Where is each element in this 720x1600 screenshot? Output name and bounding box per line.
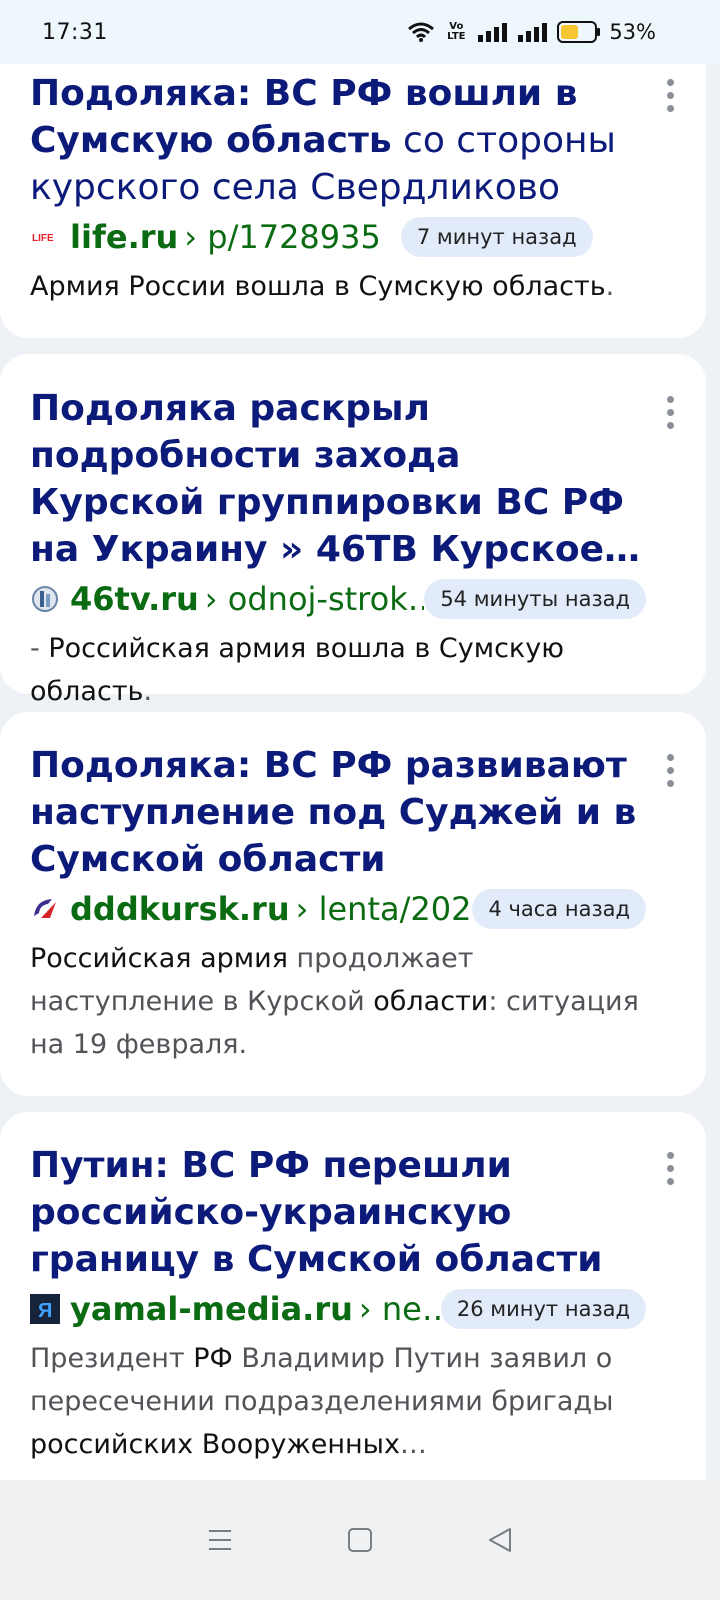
back-icon[interactable] <box>485 1525 515 1555</box>
text-fragment: - <box>30 633 49 664</box>
status-time: 17:31 <box>42 19 108 45</box>
more-options-icon[interactable] <box>658 392 682 432</box>
dddkursk-logo-icon <box>30 894 60 924</box>
menu-icon[interactable] <box>205 1525 235 1555</box>
result-source[interactable]: dddkursk.ru › lenta/202… 4 часа назад <box>30 887 646 931</box>
yamal-media-logo-icon: Я <box>30 1294 60 1324</box>
highlighted-text: российских Вооруженных <box>30 1429 400 1460</box>
result-path[interactable]: › p/1728935 <box>184 218 381 256</box>
text-fragment: … <box>399 1429 427 1460</box>
text-fragment: . <box>143 676 153 707</box>
result-path[interactable]: › odnoj-strok… <box>205 580 425 618</box>
result-source[interactable]: 46tv.ru › odnoj-strok… 54 минуты назад <box>30 577 646 621</box>
result-domain[interactable]: life.ru <box>70 218 178 256</box>
highlighted-text: Российская армия <box>30 943 288 974</box>
time-badge: 26 минут назад <box>440 1289 646 1329</box>
favicon-text: LIFE <box>32 233 54 244</box>
result-title-link[interactable]: Подоляка: ВС РФ развивают наступление по… <box>30 742 646 883</box>
result-domain[interactable]: dddkursk.ru <box>70 890 290 928</box>
result-domain[interactable]: yamal-media.ru <box>70 1290 353 1328</box>
text-fragment: Президент <box>30 1343 194 1374</box>
search-results-feed[interactable]: Подоляка: ВС РФ вошли в Сумскую область … <box>0 0 720 1510</box>
highlighted-text: Подоляка: ВС РФ развивают наступление по… <box>30 745 637 880</box>
time-badge: 4 часа назад <box>472 889 646 929</box>
more-options-icon[interactable] <box>658 750 682 790</box>
result-card[interactable]: Подоляка: ВС РФ развивают наступление по… <box>0 712 706 1096</box>
result-snippet: - Российская армия вошла в Сумскую облас… <box>30 627 646 713</box>
highlighted-text: Российская армия вошла в Сумскую область <box>30 633 564 707</box>
result-title-link[interactable]: Подоляка раскрыл подробности захода Курс… <box>30 385 646 573</box>
result-title-link[interactable]: Подоляка: ВС РФ вошли в Сумскую область … <box>30 70 646 211</box>
home-icon[interactable] <box>345 1525 375 1555</box>
46tv-logo-icon <box>30 584 60 614</box>
status-icons: Vo LTE 53% <box>407 20 656 44</box>
text-fragment: . <box>605 271 615 302</box>
result-card[interactable]: Подоляка раскрыл подробности захода Курс… <box>0 354 706 707</box>
wifi-icon <box>408 22 435 42</box>
result-path[interactable]: › lenta/202… <box>296 890 473 928</box>
more-options-icon[interactable] <box>658 75 682 115</box>
result-source[interactable]: Я yamal-media.ru › ne… 26 минут назад <box>30 1287 646 1331</box>
result-source[interactable]: LIFE life.ru › p/1728935 7 минут назад <box>30 215 646 259</box>
result-path[interactable]: › ne… <box>359 1290 441 1328</box>
result-card[interactable]: Путин: ВС РФ перешли российско-украинску… <box>0 1112 706 1510</box>
time-badge: 54 минуты назад <box>424 579 646 619</box>
battery-indicator: 53% <box>557 20 656 44</box>
result-snippet: Президент РФ Владимир Путин заявил о пер… <box>30 1337 646 1466</box>
highlighted-text: области <box>373 986 489 1017</box>
result-snippet: Российская армия продолжает наступление … <box>30 937 646 1066</box>
battery-icon <box>557 21 601 43</box>
highlighted-text: РФ <box>193 1343 233 1374</box>
battery-percent: 53% <box>609 20 656 44</box>
result-domain[interactable]: 46tv.ru <box>70 580 199 618</box>
highlighted-text: Армия России вошла в Сумскую область <box>30 271 606 302</box>
signal-icon <box>478 23 508 42</box>
time-badge: 7 минут назад <box>400 217 593 257</box>
more-options-icon[interactable] <box>658 1148 682 1188</box>
status-bar: 17:31 Vo LTE 53% <box>0 0 720 64</box>
favicon-text: Я <box>38 1300 52 1322</box>
result-snippet: Армия России вошла в Сумскую область. <box>30 265 646 308</box>
volte-icon: Vo LTE <box>447 21 466 42</box>
system-nav-bar <box>0 1480 720 1600</box>
signal-icon <box>518 23 548 42</box>
highlighted-text: Путин: ВС РФ перешли российско-украинску… <box>30 1145 603 1280</box>
result-title-link[interactable]: Путин: ВС РФ перешли российско-украинску… <box>30 1142 646 1283</box>
life-logo-icon: LIFE <box>30 222 60 252</box>
highlighted-text: Подоляка раскрыл подробности захода Курс… <box>30 388 641 570</box>
